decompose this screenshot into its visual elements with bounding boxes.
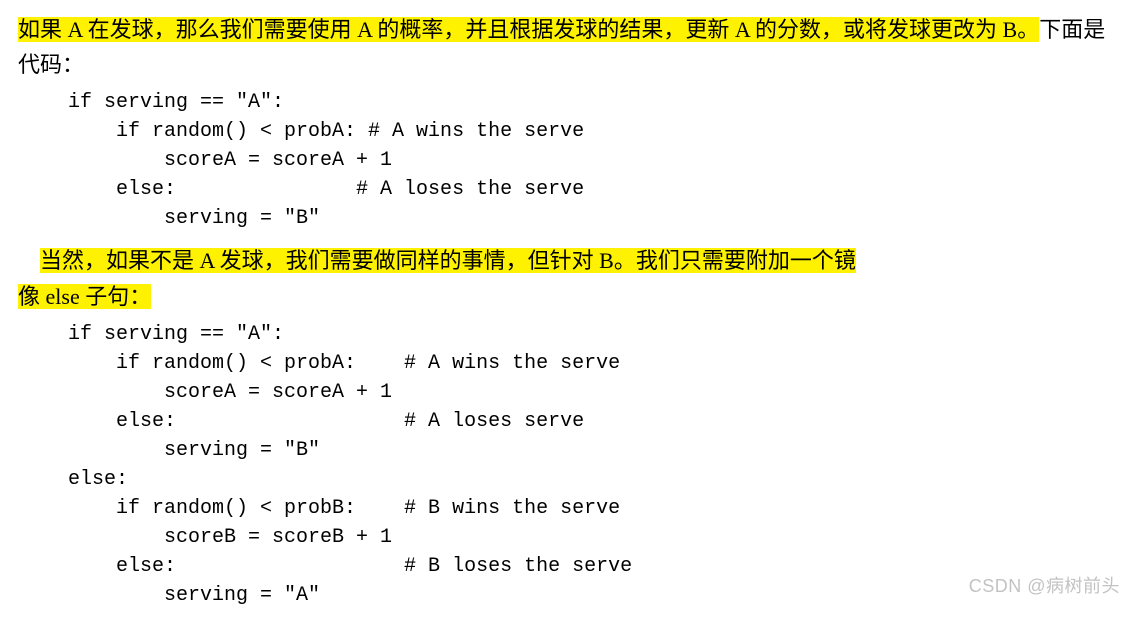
paragraph-1-highlight: 如果 A 在发球，那么我们需要使用 A 的概率，并且根据发球的结果，更新 A 的… [18, 17, 1039, 42]
code-block-1: if serving == "A": if random() < probA: … [68, 88, 1118, 233]
paragraph-1: 如果 A 在发球，那么我们需要使用 A 的概率，并且根据发球的结果，更新 A 的… [18, 12, 1118, 82]
code-block-2: if serving == "A": if random() < probA: … [68, 320, 1118, 610]
paragraph-2-highlight-line1: 当然，如果不是 A 发球，我们需要做同样的事情，但针对 B。我们只需要附加一个镜 [40, 248, 856, 273]
paragraph-2-highlight-line2: 像 else 子句： [18, 284, 151, 309]
paragraph-2: 当然，如果不是 A 发球，我们需要做同样的事情，但针对 B。我们只需要附加一个镜… [18, 243, 1118, 313]
